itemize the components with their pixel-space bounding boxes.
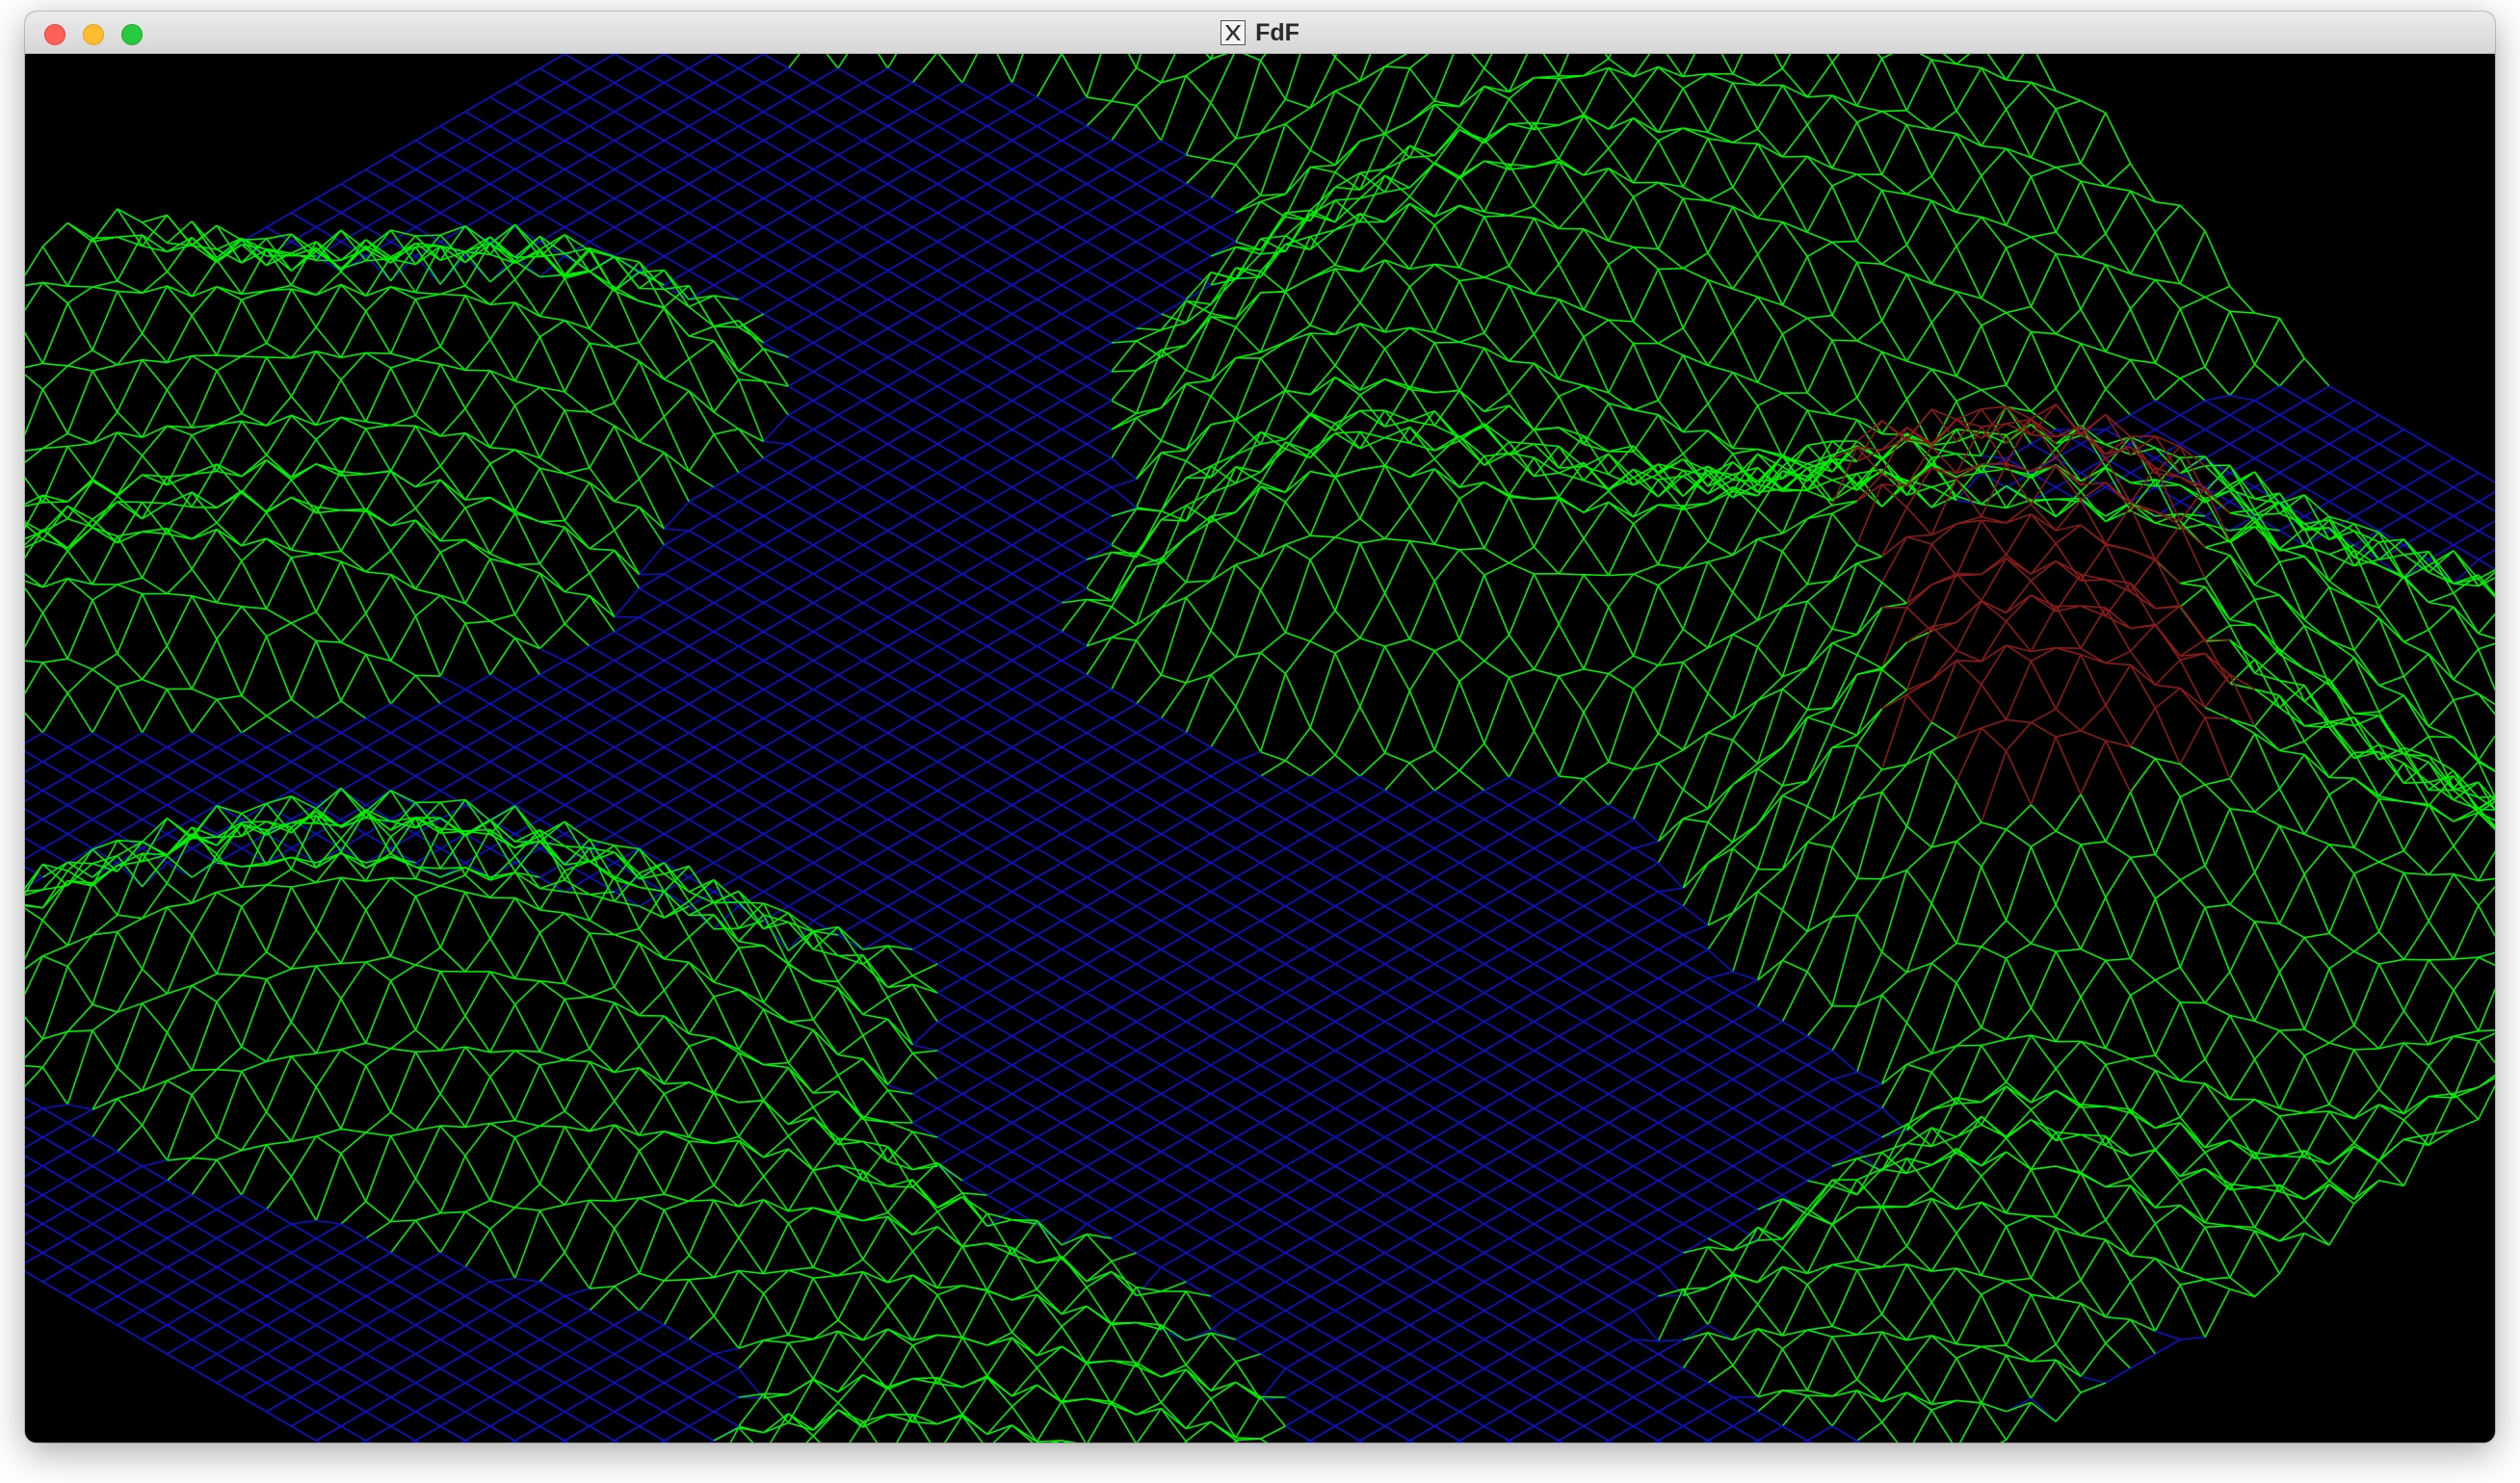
canvas-background bbox=[25, 54, 2495, 1443]
mesh-edge bbox=[1509, 121, 1535, 125]
mesh-edge bbox=[1658, 504, 1684, 507]
mesh-edge bbox=[415, 234, 441, 237]
mesh-edge bbox=[639, 573, 665, 576]
mesh-edge bbox=[2180, 1002, 2206, 1004]
mesh-edge bbox=[1831, 339, 1857, 342]
fdf-window: FdF bbox=[25, 12, 2495, 1443]
mesh-edge bbox=[639, 287, 665, 291]
mesh-edge bbox=[1434, 341, 1460, 344]
mesh-edge bbox=[1260, 291, 1286, 294]
mesh-edge bbox=[2155, 483, 2181, 487]
mesh-edge bbox=[2403, 958, 2429, 961]
desktop: FdF bbox=[0, 0, 2520, 1483]
mesh-edge bbox=[2056, 497, 2082, 501]
mesh-edge bbox=[1534, 497, 1560, 501]
mesh-edge bbox=[1956, 660, 1982, 663]
mesh-edge bbox=[1881, 109, 1907, 113]
mesh-edge bbox=[1956, 1044, 1982, 1047]
mesh-edge bbox=[1534, 76, 1560, 80]
window-title: FdF bbox=[1255, 18, 1299, 46]
mesh-edge bbox=[2428, 736, 2454, 739]
mesh-edge bbox=[2056, 605, 2082, 608]
mesh-edge bbox=[713, 325, 739, 328]
mesh-edge bbox=[1658, 267, 1684, 271]
wireframe-mesh bbox=[25, 54, 2495, 1443]
mesh-edge bbox=[2478, 808, 2495, 811]
mesh-edge bbox=[2353, 750, 2379, 754]
mesh-edge bbox=[2229, 624, 2255, 627]
mesh-edge bbox=[2304, 527, 2330, 530]
mesh-edge bbox=[1782, 155, 1808, 158]
mesh-edge bbox=[464, 369, 490, 372]
x11-icon bbox=[1221, 20, 1247, 45]
title-bar[interactable]: FdF bbox=[25, 12, 2495, 54]
title-group: FdF bbox=[25, 12, 2495, 54]
mesh-edge bbox=[2428, 872, 2454, 876]
mesh-edge bbox=[2130, 435, 2156, 438]
mesh-edge bbox=[1186, 477, 1212, 480]
mesh-edge bbox=[1559, 573, 1585, 576]
mesh-edge bbox=[365, 351, 391, 354]
mesh-edge bbox=[1483, 215, 1509, 218]
mesh-edge bbox=[2204, 464, 2230, 467]
mesh-edge bbox=[1881, 1205, 1907, 1208]
mesh-edge bbox=[2031, 1214, 2057, 1218]
mesh-edge bbox=[2353, 1048, 2379, 1051]
wireframe-canvas[interactable] bbox=[25, 54, 2495, 1443]
mesh-edge bbox=[1583, 574, 1609, 577]
mesh-edge bbox=[1732, 447, 1758, 451]
mesh-edge bbox=[2328, 776, 2354, 779]
mesh-edge bbox=[1111, 551, 1137, 555]
mesh-edge bbox=[2428, 958, 2454, 961]
mesh-edge bbox=[1956, 572, 1982, 576]
